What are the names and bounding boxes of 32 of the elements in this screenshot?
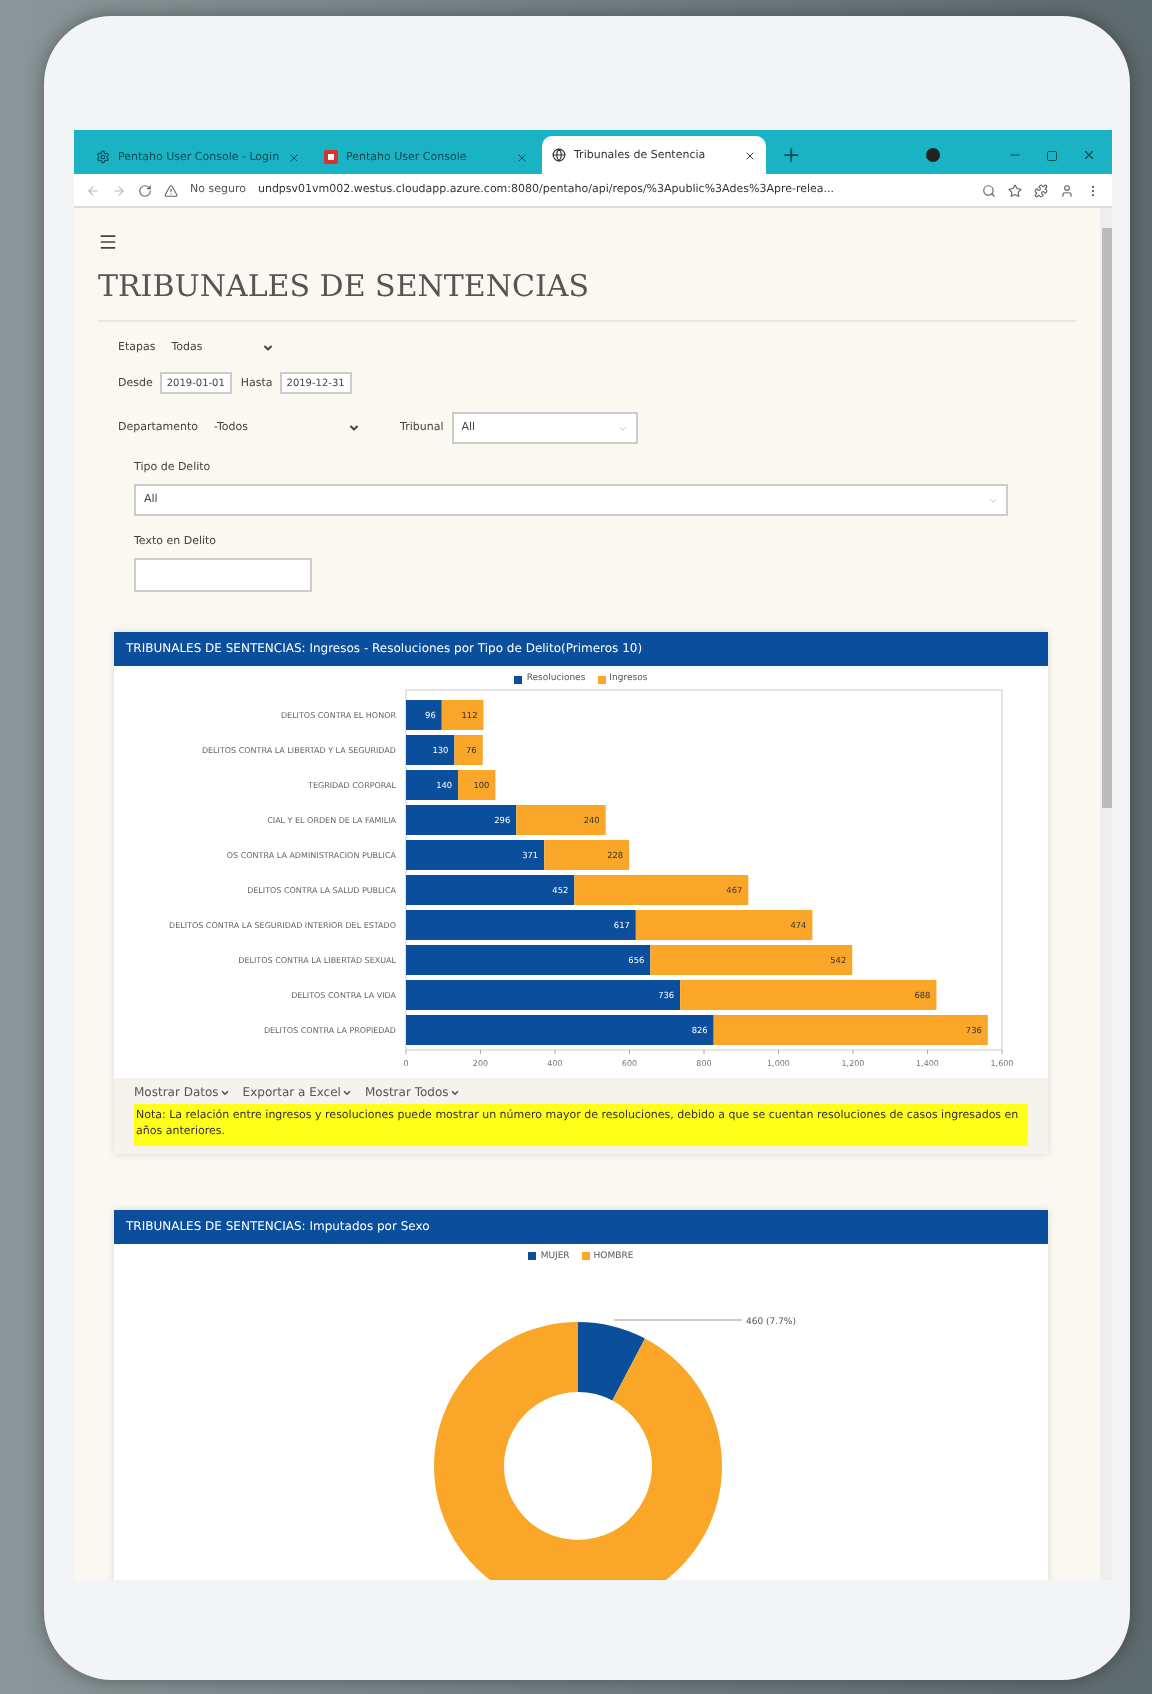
- globe-icon: [552, 148, 566, 162]
- bar: [406, 805, 517, 835]
- search-icon[interactable]: [982, 183, 996, 197]
- gear-icon: [96, 150, 110, 164]
- chevron-down-icon: [617, 423, 628, 433]
- chevron-down-icon: [262, 342, 275, 354]
- bar: [516, 805, 606, 835]
- reload-icon[interactable]: [138, 183, 152, 197]
- caret-icon: [220, 1088, 231, 1098]
- scrollbar-thumb[interactable]: [1101, 228, 1111, 808]
- chevron-down-icon: [988, 495, 998, 505]
- caret-icon: [450, 1088, 461, 1098]
- bar: [441, 700, 484, 730]
- profile-dot-icon[interactable]: [926, 148, 940, 162]
- bar: [458, 770, 496, 800]
- chevron-down-icon: [348, 422, 361, 434]
- menu-icon[interactable]: [98, 232, 118, 252]
- close-icon[interactable]: [744, 149, 756, 161]
- star-icon[interactable]: [1008, 183, 1022, 197]
- leader-line: [613, 1318, 743, 1320]
- menu-icon[interactable]: [1086, 183, 1100, 197]
- bar: [406, 770, 459, 800]
- bar: [406, 700, 442, 730]
- maximize-icon[interactable]: [1046, 149, 1058, 161]
- app-logo-icon: [324, 150, 338, 164]
- page-title: TRIBUNALES DE SENTENCIAS: [98, 268, 1076, 322]
- user-icon[interactable]: [1060, 183, 1074, 197]
- puzzle-icon[interactable]: [1034, 183, 1048, 197]
- new-tab-button[interactable]: +: [782, 142, 801, 168]
- warning-icon: [164, 183, 178, 197]
- text-field[interactable]: [134, 558, 312, 592]
- caret-icon: [342, 1088, 353, 1098]
